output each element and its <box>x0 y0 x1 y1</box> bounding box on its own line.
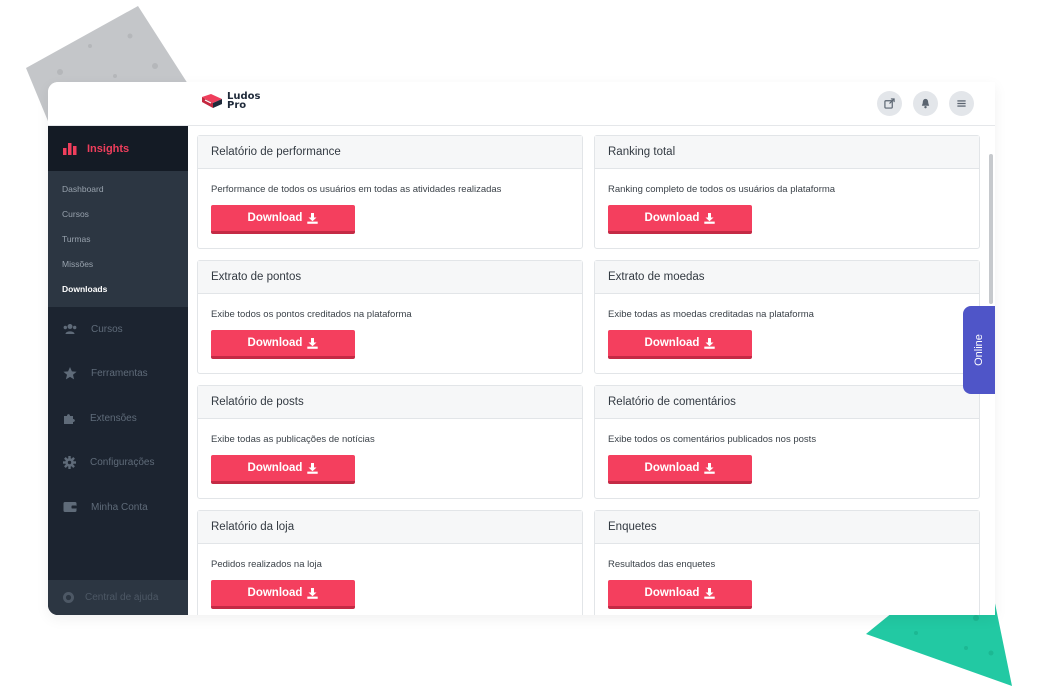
card-description: Exibe todas as publicações de notícias <box>211 434 375 445</box>
report-card: Ranking total Ranking completo de todos o… <box>594 135 980 249</box>
download-button-label: Download <box>247 212 303 224</box>
menu-button[interactable] <box>949 91 974 116</box>
sidebar-section-label: Insights <box>87 142 130 155</box>
sidebar-section-insights[interactable]: Insights <box>48 126 188 171</box>
sidebar-item-label: Minha Conta <box>91 501 148 513</box>
card-description: Exibe todos os pontos creditados na plat… <box>211 309 412 320</box>
card-title: Extrato de pontos <box>198 261 582 294</box>
report-card: Relatório de posts Exibe todas as publica… <box>197 385 583 499</box>
sidebar-item-cursos[interactable]: Cursos <box>48 307 188 352</box>
card-description: Resultados das enquetes <box>608 559 716 570</box>
online-chat-tab[interactable]: Online <box>963 306 995 394</box>
submenu-item-downloads[interactable]: Downloads <box>48 277 188 302</box>
bar-chart-icon <box>63 142 77 155</box>
bell-icon <box>921 98 930 109</box>
logo-line2: Pro <box>227 100 247 111</box>
report-card: Extrato de pontos Exibe todos os pontos c… <box>197 260 583 374</box>
download-button-label: Download <box>644 337 700 349</box>
card-description: Exibe todas as moedas creditadas na plat… <box>608 309 814 320</box>
download-icon <box>307 587 319 599</box>
download-button[interactable]: Download <box>211 205 355 234</box>
download-button-label: Download <box>644 587 700 599</box>
download-button-label: Download <box>644 462 700 474</box>
notifications-button[interactable] <box>913 91 938 116</box>
star-icon <box>63 367 77 380</box>
report-card: Enquetes Resultados das enquetes Download <box>594 510 980 615</box>
users-icon <box>63 324 77 335</box>
download-icon <box>307 212 319 224</box>
scrollbar[interactable] <box>989 154 993 304</box>
download-button[interactable]: Download <box>211 455 355 484</box>
sidebar-item-label: Ferramentas <box>91 368 148 380</box>
card-description: Pedidos realizados na loja <box>211 559 322 570</box>
top-bar: Ludos Pro <box>48 82 995 126</box>
ludos-logo-icon <box>202 94 222 108</box>
card-title: Relatório de performance <box>198 136 582 169</box>
help-center-label: Central de ajuda <box>85 592 159 603</box>
logo[interactable]: Ludos Pro <box>200 92 260 111</box>
download-icon <box>704 212 716 224</box>
download-icon <box>307 462 319 474</box>
download-button[interactable]: Download <box>608 330 752 359</box>
card-title: Enquetes <box>595 511 979 544</box>
card-description: Ranking completo de todos os usuários da… <box>608 184 836 195</box>
gear-icon <box>63 456 76 470</box>
sidebar-item-label: Configurações <box>90 457 155 469</box>
card-title: Relatório de posts <box>198 386 582 419</box>
submenu-item-dashboard[interactable]: Dashboard <box>48 177 188 202</box>
logo-text: Ludos Pro <box>227 92 260 111</box>
report-card: Relatório da loja Pedidos realizados na l… <box>197 510 583 615</box>
download-button[interactable]: Download <box>211 580 355 609</box>
sidebar-item-extensoes[interactable]: Extensões <box>48 396 188 441</box>
download-button[interactable]: Download <box>608 580 752 609</box>
online-tab-label: Online <box>972 334 985 366</box>
external-link-icon <box>884 98 895 109</box>
sidebar-item-ferramentas[interactable]: Ferramentas <box>48 352 188 397</box>
download-button[interactable]: Download <box>608 455 752 484</box>
download-button-label: Download <box>247 462 303 474</box>
app-window: Ludos Pro Insights Dashboard Cursos Turm… <box>48 82 995 615</box>
download-button-label: Download <box>247 587 303 599</box>
submenu-item-cursos[interactable]: Cursos <box>48 202 188 227</box>
sidebar-item-label: Extensões <box>90 412 137 424</box>
main-content: Relatório de performance Performance de t… <box>188 126 995 615</box>
report-card: Relatório de performance Performance de t… <box>197 135 583 249</box>
download-icon <box>704 462 716 474</box>
menu-icon <box>957 100 966 107</box>
card-description: Performance de todos os usuários em toda… <box>211 184 502 195</box>
submenu-item-turmas[interactable]: Turmas <box>48 227 188 252</box>
sidebar-item-minha-conta[interactable]: Minha Conta <box>48 485 188 530</box>
report-card: Relatório de comentários Exibe todos os c… <box>594 385 980 499</box>
puzzle-icon <box>64 413 75 424</box>
sidebar-item-label: Cursos <box>91 323 123 335</box>
report-card: Extrato de moedas Exibe todas as moedas c… <box>594 260 980 374</box>
download-icon <box>704 587 716 599</box>
wallet-icon <box>63 502 77 513</box>
card-description: Exibe todos os comentários publicados no… <box>608 434 817 445</box>
sidebar-item-configuracoes[interactable]: Configurações <box>48 441 188 486</box>
card-title: Extrato de moedas <box>595 261 979 294</box>
card-title: Relatório da loja <box>198 511 582 544</box>
download-button[interactable]: Download <box>211 330 355 359</box>
external-link-button[interactable] <box>877 91 902 116</box>
download-icon <box>307 337 319 349</box>
help-center-link[interactable]: Central de ajuda <box>48 580 188 615</box>
sidebar-submenu: Dashboard Cursos Turmas Missões Download… <box>48 171 188 307</box>
download-icon <box>704 337 716 349</box>
download-button[interactable]: Download <box>608 205 752 234</box>
submenu-item-missoes[interactable]: Missões <box>48 252 188 277</box>
sidebar: Insights Dashboard Cursos Turmas Missões… <box>48 126 188 615</box>
download-button-label: Download <box>247 337 303 349</box>
download-button-label: Download <box>644 212 700 224</box>
card-title: Relatório de comentários <box>595 386 979 419</box>
lifebuoy-icon <box>63 592 74 603</box>
card-title: Ranking total <box>595 136 979 169</box>
